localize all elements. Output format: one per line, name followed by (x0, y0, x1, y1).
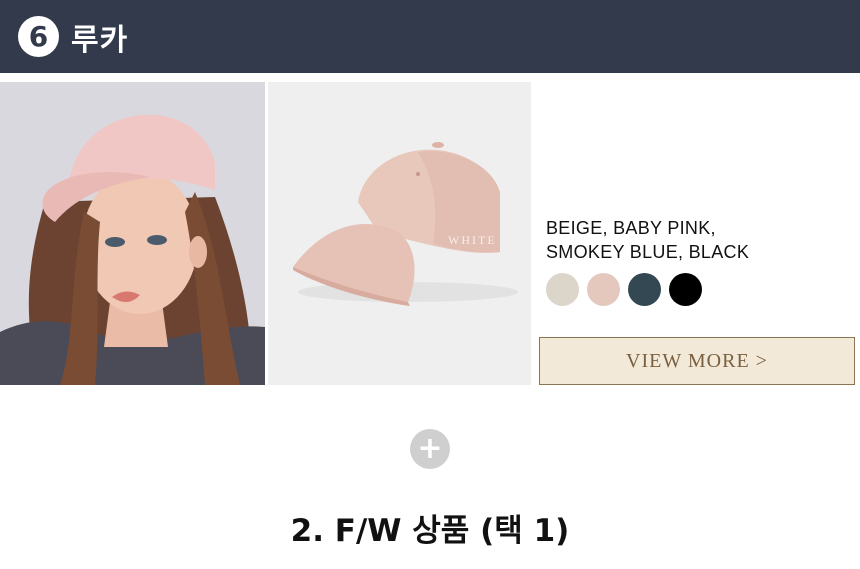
swatch-smokey-blue[interactable] (628, 273, 661, 306)
plus-icon: + (410, 429, 450, 469)
swatch-black[interactable] (669, 273, 702, 306)
cap-product-photo: WHITE (268, 82, 531, 385)
section-number-badge: 6 (18, 16, 59, 57)
section-title: 루카 (71, 22, 129, 58)
color-options-text: BEIGE, BABY PINK, SMOKEY BLUE, BLACK (546, 216, 846, 264)
section-header: 6 루카 (0, 0, 860, 73)
cap-embroidery-text: WHITE (448, 233, 497, 247)
swatch-baby-pink[interactable] (587, 273, 620, 306)
model-wearing-cap-photo (0, 82, 265, 385)
next-section-title: 2. F/W 상품 (택 1) (290, 513, 570, 549)
color-options-line-1: BEIGE, BABY PINK, (546, 218, 716, 238)
view-more-button[interactable]: VIEW MORE > (539, 337, 855, 385)
swatch-beige[interactable] (546, 273, 579, 306)
color-swatches (546, 273, 702, 306)
color-options-line-2: SMOKEY BLUE, BLACK (546, 242, 750, 262)
